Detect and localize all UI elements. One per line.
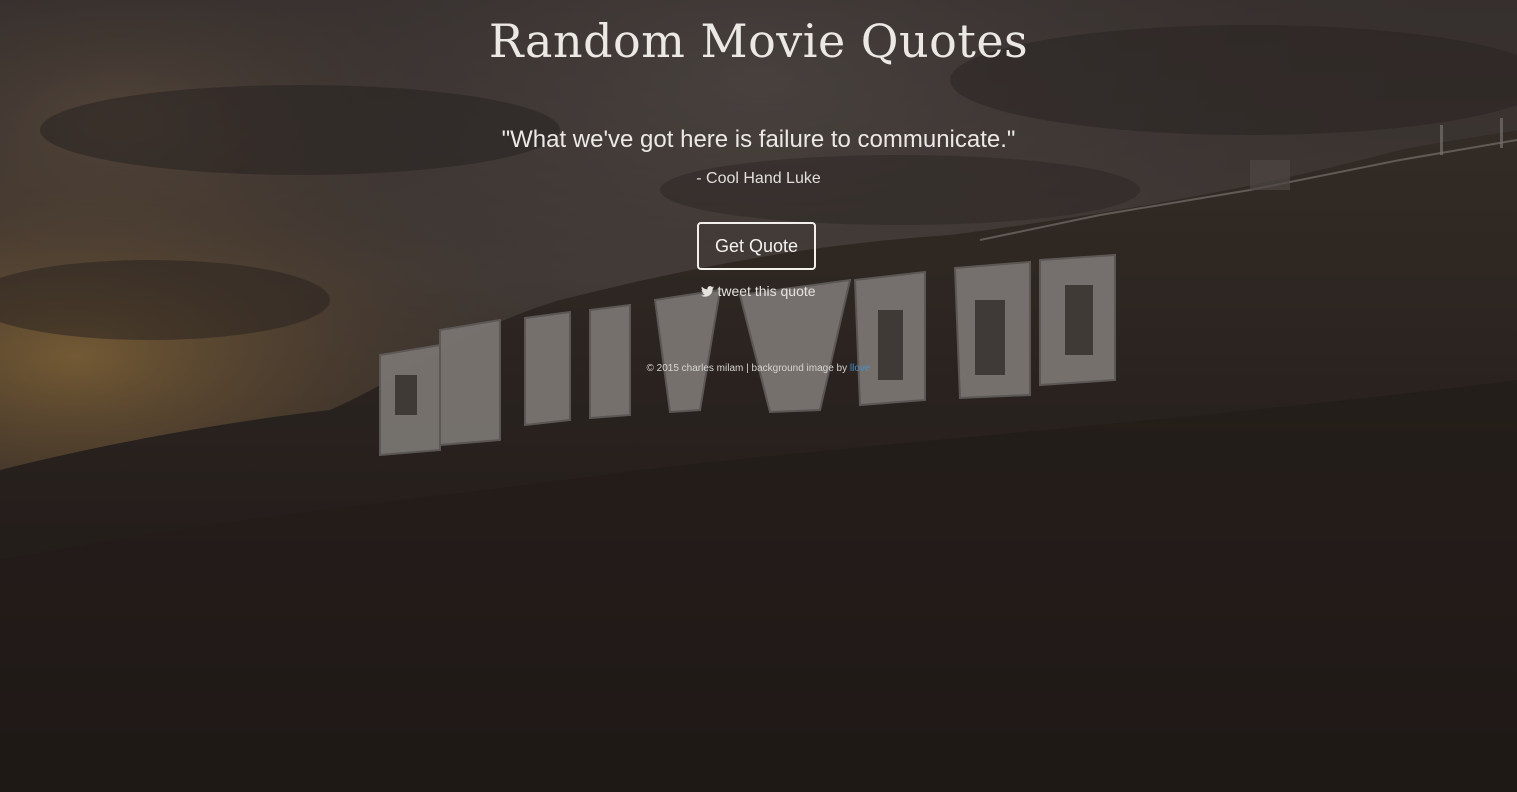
quote-text: "What we've got here is failure to commu… (501, 126, 1016, 153)
page-title: Random Movie Quotes (488, 14, 1029, 68)
tweet-quote-label: tweet this quote (717, 283, 816, 299)
background-dim-overlay (0, 0, 1517, 792)
footer-credit: © 2015 charles milam | background image … (0, 363, 1517, 374)
tweet-row: tweet this quote (0, 283, 1517, 299)
background-credit-link[interactable]: llove (850, 363, 871, 374)
footer-credit-text: © 2015 charles milam | background image … (646, 363, 850, 374)
tweet-quote-link[interactable]: tweet this quote (701, 283, 816, 299)
twitter-bird-icon (701, 286, 715, 297)
quote-author: - Cool Hand Luke (696, 170, 821, 187)
get-quote-button[interactable]: Get Quote (697, 222, 816, 270)
